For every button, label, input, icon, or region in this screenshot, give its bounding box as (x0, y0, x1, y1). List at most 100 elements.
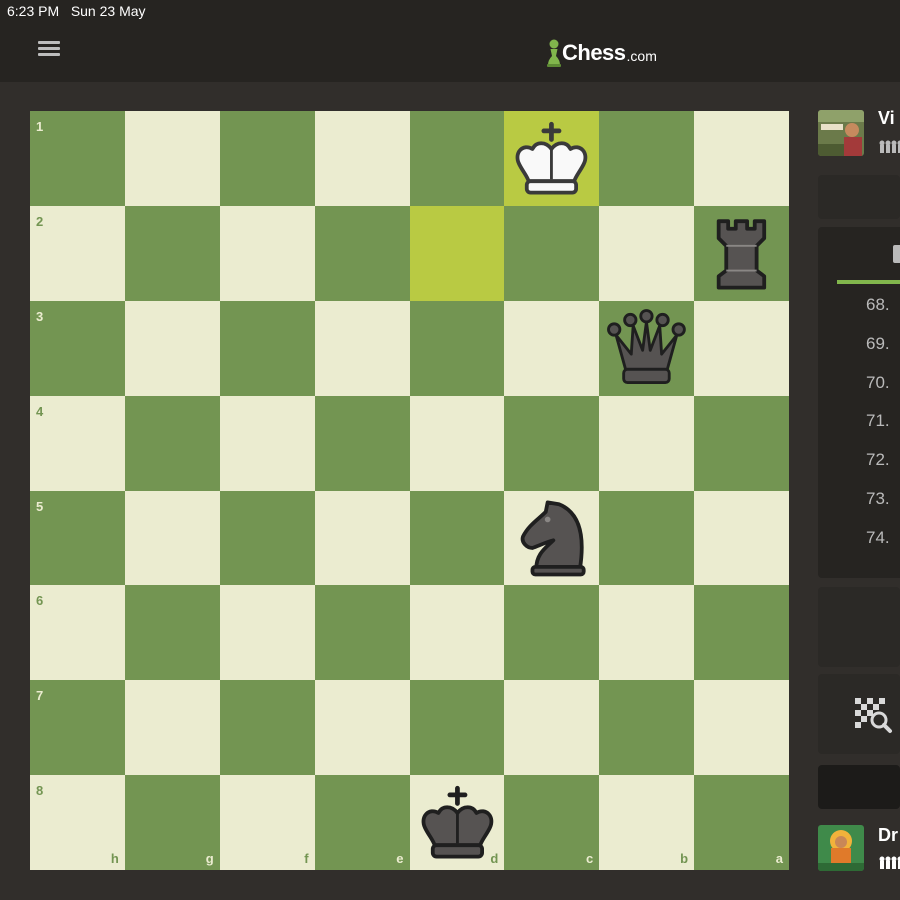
square-f4[interactable] (219, 395, 315, 491)
white-king-icon[interactable] (504, 111, 599, 206)
square-g5[interactable] (124, 490, 220, 586)
square-a2[interactable] (694, 205, 789, 301)
file-label: g (205, 851, 214, 866)
status-time: 6:23 PM (7, 3, 60, 19)
square-a6[interactable] (694, 585, 789, 681)
square-c1[interactable] (504, 111, 600, 206)
square-b4[interactable] (599, 395, 695, 491)
square-e2[interactable] (314, 205, 410, 301)
square-g3[interactable] (124, 300, 220, 396)
square-d7[interactable] (409, 680, 505, 776)
square-f6[interactable] (219, 585, 315, 681)
square-e4[interactable] (314, 395, 410, 491)
square-d6[interactable] (409, 585, 505, 681)
move-number[interactable]: 74. (866, 528, 890, 548)
square-h7[interactable]: 7 (30, 680, 125, 776)
square-c3[interactable] (504, 300, 600, 396)
hamburger-icon-line (38, 47, 60, 50)
square-b8[interactable]: b (599, 775, 695, 870)
logo-domain: .com (626, 47, 657, 64)
square-d1[interactable] (409, 111, 505, 206)
square-e1[interactable] (314, 111, 410, 206)
moves-tab-underline (837, 280, 900, 284)
square-g4[interactable] (124, 395, 220, 491)
square-e6[interactable] (314, 585, 410, 681)
file-label: f (304, 851, 309, 866)
square-a1[interactable] (694, 111, 789, 206)
moves-tab-icon[interactable] (893, 243, 900, 265)
square-a5[interactable] (694, 490, 789, 586)
rank-label: 3 (36, 308, 44, 324)
move-number[interactable]: 73. (866, 489, 890, 509)
square-d2[interactable] (409, 205, 505, 301)
top-player-name[interactable]: Vi (878, 108, 895, 129)
move-number[interactable]: 70. (866, 373, 890, 393)
square-h5[interactable]: 5 (30, 490, 125, 586)
square-f1[interactable] (219, 111, 315, 206)
file-label: e (396, 851, 404, 866)
square-f8[interactable]: f (219, 775, 315, 870)
bottom-player-avatar[interactable] (818, 825, 864, 871)
black-king-icon[interactable] (410, 775, 505, 870)
black-rook-icon[interactable] (694, 206, 789, 301)
file-label: a (775, 851, 783, 866)
move-number[interactable]: 72. (866, 450, 890, 470)
status-date: Sun 23 May (70, 3, 146, 19)
square-d4[interactable] (409, 395, 505, 491)
move-number[interactable]: 68. (866, 295, 890, 315)
square-h1[interactable]: 1 (30, 111, 125, 206)
square-g7[interactable] (124, 680, 220, 776)
avatar-image (818, 110, 864, 156)
square-g2[interactable] (124, 205, 220, 301)
square-e3[interactable] (314, 300, 410, 396)
top-player-avatar[interactable] (818, 110, 864, 156)
square-b1[interactable] (599, 111, 695, 206)
square-b2[interactable] (599, 205, 695, 301)
square-f3[interactable] (219, 300, 315, 396)
square-d3[interactable] (409, 300, 505, 396)
square-a8[interactable]: a (694, 775, 789, 870)
rank-label: 7 (36, 688, 44, 704)
square-g1[interactable] (124, 111, 220, 206)
chess-board[interactable]: 12 3 456 7 8h g f edcb a (30, 111, 789, 870)
black-knight-icon[interactable] (504, 491, 599, 586)
square-f2[interactable] (219, 205, 315, 301)
bottom-player-name[interactable]: Dr (878, 825, 898, 846)
square-c5[interactable] (504, 490, 600, 586)
square-g6[interactable] (124, 585, 220, 681)
square-c7[interactable] (504, 680, 600, 776)
square-a7[interactable] (694, 680, 789, 776)
move-number[interactable]: 69. (866, 334, 890, 354)
square-g8[interactable]: g (124, 775, 220, 870)
square-c2[interactable] (504, 205, 600, 301)
square-c6[interactable] (504, 585, 600, 681)
analysis-button[interactable] (818, 674, 900, 754)
square-b5[interactable] (599, 490, 695, 586)
square-f5[interactable] (219, 490, 315, 586)
square-c4[interactable] (504, 395, 600, 491)
square-b3[interactable] (599, 300, 695, 396)
square-a3[interactable] (694, 300, 789, 396)
square-f7[interactable] (219, 680, 315, 776)
square-d8[interactable]: d (409, 775, 505, 870)
move-number[interactable]: 71. (866, 411, 890, 431)
square-b6[interactable] (599, 585, 695, 681)
top-player-clock (818, 175, 900, 219)
square-h3[interactable]: 3 (30, 300, 125, 396)
hamburger-menu-button[interactable] (34, 38, 64, 66)
logo-text: Chess (562, 40, 626, 65)
square-c8[interactable]: c (504, 775, 600, 870)
square-b7[interactable] (599, 680, 695, 776)
action-bar-button[interactable] (818, 765, 900, 809)
chess-com-logo[interactable]: Chess .com (546, 36, 657, 70)
square-h6[interactable]: 6 (30, 585, 125, 681)
square-d5[interactable] (409, 490, 505, 586)
square-h2[interactable]: 2 (30, 205, 125, 301)
square-e5[interactable] (314, 490, 410, 586)
square-e8[interactable]: e (314, 775, 410, 870)
square-h8[interactable]: 8h (30, 775, 125, 870)
square-h4[interactable]: 4 (30, 395, 125, 491)
square-e7[interactable] (314, 680, 410, 776)
square-a4[interactable] (694, 395, 789, 491)
black-queen-icon[interactable] (599, 301, 694, 396)
